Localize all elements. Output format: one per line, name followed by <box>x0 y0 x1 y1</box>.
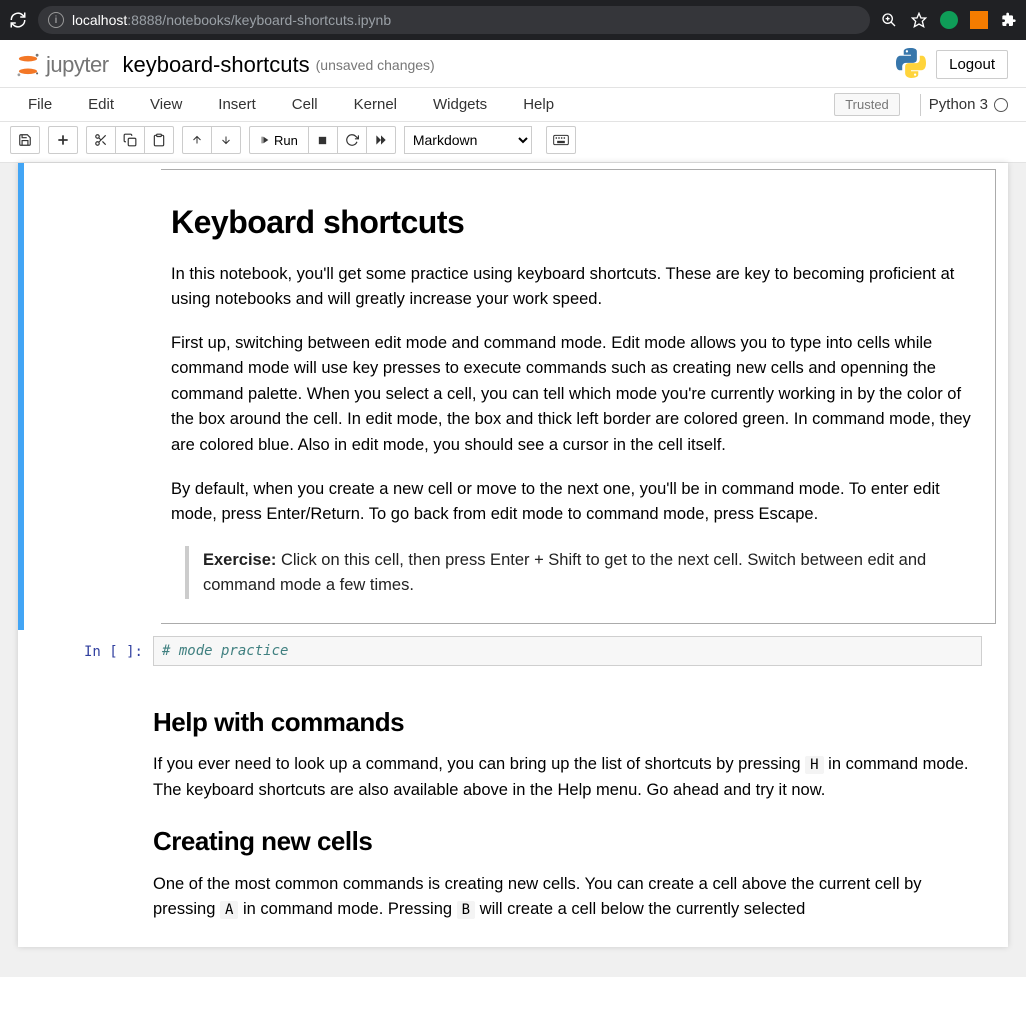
menu-file[interactable]: File <box>10 90 70 119</box>
exercise-label: Exercise: <box>203 551 276 569</box>
kernel-idle-icon <box>994 98 1008 112</box>
paste-icon[interactable] <box>144 126 174 154</box>
notebook-name[interactable]: keyboard-shortcuts <box>123 52 310 78</box>
copy-icon[interactable] <box>115 126 145 154</box>
reload-icon[interactable] <box>8 10 28 30</box>
menu-kernel[interactable]: Kernel <box>336 90 415 119</box>
kernel-name[interactable]: Python 3 <box>929 96 1016 113</box>
extension-green-icon[interactable] <box>940 11 958 29</box>
menubar: File Edit View Insert Cell Kernel Widget… <box>0 88 1026 122</box>
kbd-b: B <box>457 901 475 919</box>
extensions-puzzle-icon[interactable] <box>1000 11 1018 29</box>
exercise-block: Exercise: Click on this cell, then press… <box>185 546 971 599</box>
markdown-cell-selected[interactable]: Keyboard shortcuts In this notebook, you… <box>18 163 1008 630</box>
menu-edit[interactable]: Edit <box>70 90 132 119</box>
url-path: :8888/notebooks/keyboard-shortcuts.ipynb <box>127 12 391 28</box>
trusted-indicator[interactable]: Trusted <box>834 93 900 116</box>
paragraph: First up, switching between edit mode an… <box>171 331 971 459</box>
menu-insert[interactable]: Insert <box>200 90 274 119</box>
markdown-cell[interactable]: Help with commands If you ever need to l… <box>18 672 1008 947</box>
move-down-icon[interactable] <box>211 126 241 154</box>
cut-icon[interactable] <box>86 126 116 154</box>
jupyter-logo[interactable]: jupyter <box>14 51 109 79</box>
toolbar: Run Markdown <box>0 122 1026 163</box>
star-icon[interactable] <box>910 11 928 29</box>
heading-creating-cells: Creating new cells <box>153 821 984 861</box>
url-bar[interactable]: i localhost:8888/notebooks/keyboard-shor… <box>38 6 870 34</box>
jupyter-text: jupyter <box>46 52 109 78</box>
extension-orange-icon[interactable] <box>970 11 988 29</box>
notebook-container: Keyboard shortcuts In this notebook, you… <box>18 163 1008 947</box>
paragraph: If you ever need to look up a command, y… <box>153 752 984 803</box>
url-host: localhost <box>72 12 127 28</box>
code-cell[interactable]: In [ ]: # mode practice <box>18 630 1008 672</box>
save-status: (unsaved changes) <box>316 57 435 73</box>
restart-icon[interactable] <box>337 126 367 154</box>
run-button[interactable]: Run <box>249 126 309 154</box>
menu-view[interactable]: View <box>132 90 200 119</box>
menu-cell[interactable]: Cell <box>274 90 336 119</box>
divider <box>920 94 921 116</box>
restart-run-all-icon[interactable] <box>366 126 396 154</box>
save-icon[interactable] <box>10 126 40 154</box>
menu-widgets[interactable]: Widgets <box>415 90 505 119</box>
browser-chrome: i localhost:8888/notebooks/keyboard-shor… <box>0 0 1026 40</box>
exercise-text: Click on this cell, then press Enter + S… <box>203 551 926 595</box>
cell-prompt <box>18 672 153 947</box>
paragraph: In this notebook, you'll get some practi… <box>171 262 971 313</box>
code-prompt: In [ ]: <box>18 636 153 666</box>
info-icon: i <box>48 12 64 28</box>
zoom-icon[interactable] <box>880 11 898 29</box>
jupyter-header: jupyter keyboard-shortcuts (unsaved chan… <box>0 40 1026 163</box>
code-input[interactable]: # mode practice <box>153 636 982 666</box>
kbd-h: H <box>805 756 823 774</box>
add-cell-icon[interactable] <box>48 126 78 154</box>
cell-type-select[interactable]: Markdown <box>404 126 532 154</box>
notebook-scroll-area[interactable]: Keyboard shortcuts In this notebook, you… <box>0 163 1026 977</box>
heading-keyboard-shortcuts: Keyboard shortcuts <box>171 198 971 248</box>
heading-help-commands: Help with commands <box>153 702 984 742</box>
python-icon <box>896 48 926 81</box>
cell-prompt <box>26 163 161 630</box>
logout-button[interactable]: Logout <box>936 50 1008 79</box>
menu-help[interactable]: Help <box>505 90 572 119</box>
paragraph: By default, when you create a new cell o… <box>171 477 971 528</box>
move-up-icon[interactable] <box>182 126 212 154</box>
kbd-a: A <box>220 901 238 919</box>
interrupt-icon[interactable] <box>308 126 338 154</box>
command-palette-icon[interactable] <box>546 126 576 154</box>
paragraph: One of the most common commands is creat… <box>153 872 984 923</box>
